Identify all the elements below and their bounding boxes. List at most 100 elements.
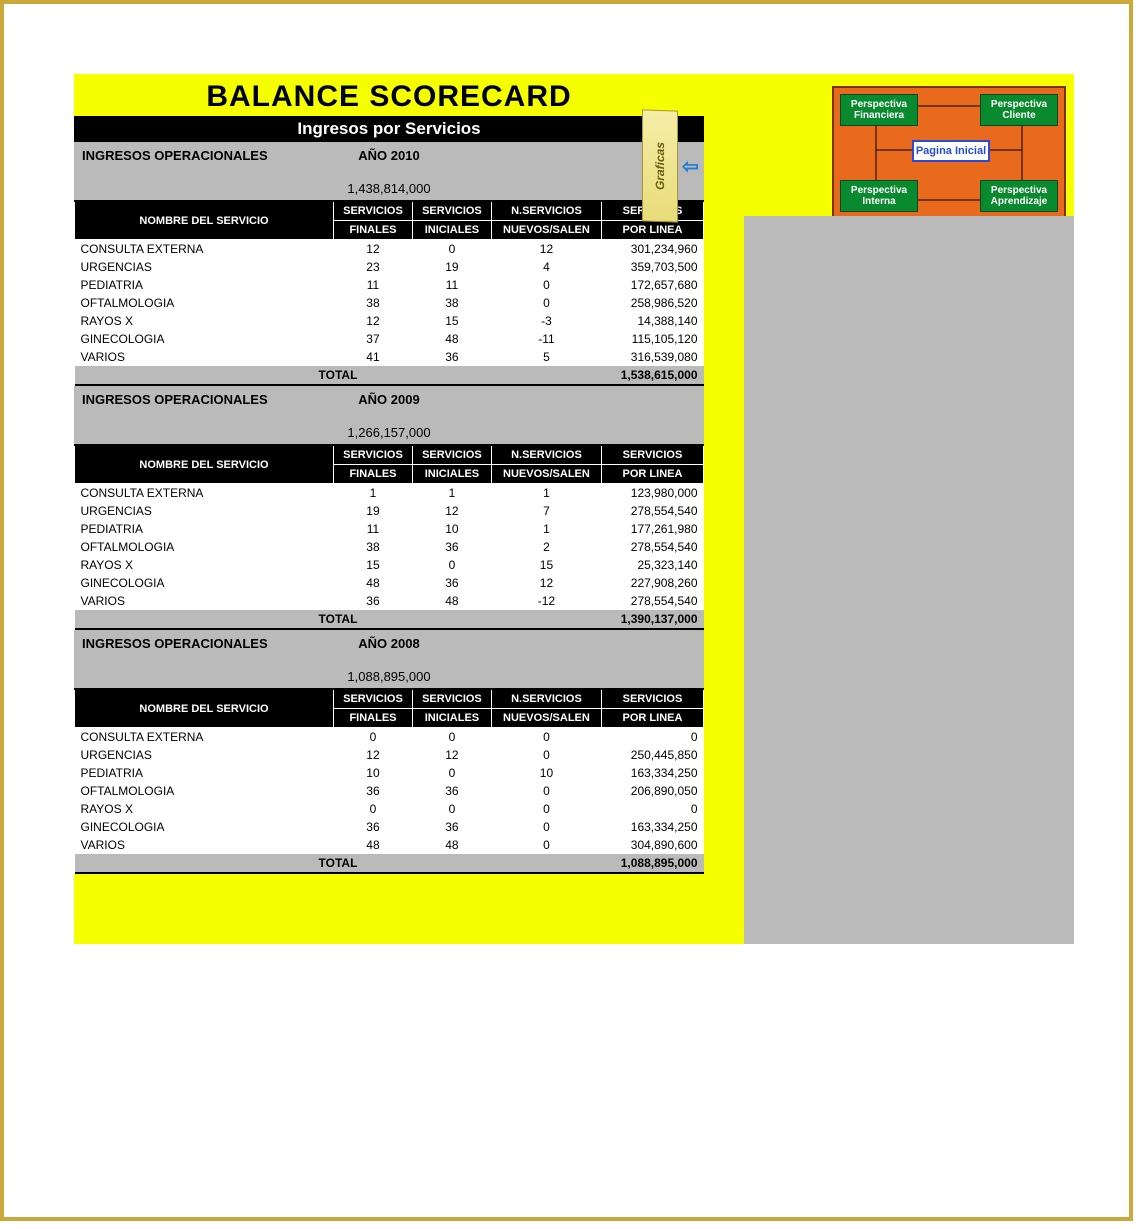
cell-name: VARIOS (75, 348, 334, 366)
cell-nuevos: 1 (491, 484, 601, 503)
cell-nuevos: 12 (491, 574, 601, 592)
table-row: PEDIATRIA11101177,261,980 (75, 520, 704, 538)
cell-linea: 258,986,520 (601, 294, 703, 312)
cell-name: OFTALMOLOGIA (75, 538, 334, 556)
cell-iniciales: 36 (412, 538, 491, 556)
table-row: CONSULTA EXTERNA0000 (75, 728, 704, 747)
side-grey-background (744, 216, 1074, 944)
nav-interna-button[interactable]: Perspectiva Interna (840, 180, 918, 212)
col-finales-sub: FINALES (334, 465, 413, 484)
cell-linea: 278,554,540 (601, 538, 703, 556)
cell-nuevos: 4 (491, 258, 601, 276)
cell-finales: 11 (334, 520, 413, 538)
graficas-button[interactable]: Graficas (642, 109, 678, 222)
cell-nuevos: 0 (491, 800, 601, 818)
total-label: TOTAL (75, 610, 602, 629)
cell-linea: 206,890,050 (601, 782, 703, 800)
table-row: OFTALMOLOGIA38380258,986,520 (75, 294, 704, 312)
nav-financiera-button[interactable]: Perspectiva Financiera (840, 94, 918, 126)
cell-nuevos: 15 (491, 556, 601, 574)
table-row: PEDIATRIA11110172,657,680 (75, 276, 704, 294)
section-year: AÑO 2008 (74, 636, 704, 651)
table-row: URGENCIAS12120250,445,850 (75, 746, 704, 764)
cell-linea: 301,234,960 (601, 240, 703, 259)
section-year: AÑO 2009 (74, 392, 704, 407)
total-value: 1,390,137,000 (601, 610, 703, 629)
col-nuevos-sub: NUEVOS/SALEN (491, 709, 601, 728)
cell-finales: 38 (334, 538, 413, 556)
table-row: RAYOS X0000 (75, 800, 704, 818)
section-header: INGRESOS OPERACIONALESAÑO 20101,438,814,… (74, 142, 704, 200)
cell-name: VARIOS (75, 592, 334, 610)
cell-finales: 12 (334, 240, 413, 259)
cell-name: PEDIATRIA (75, 764, 334, 782)
table-row: CONSULTA EXTERNA111123,980,000 (75, 484, 704, 503)
cell-finales: 10 (334, 764, 413, 782)
cell-name: GINECOLOGIA (75, 818, 334, 836)
table-row: PEDIATRIA10010163,334,250 (75, 764, 704, 782)
cell-iniciales: 36 (412, 348, 491, 366)
services-table: NOMBRE DEL SERVICIOSERVICIOSSERVICIOSN.S… (74, 200, 704, 386)
cell-name: CONSULTA EXTERNA (75, 728, 334, 747)
cell-nuevos: 10 (491, 764, 601, 782)
cell-finales: 0 (334, 800, 413, 818)
arrow-left-icon: ⇦ (682, 154, 699, 179)
side-column: Graficas ⇦ Perspectiva Financiera Perspe… (704, 74, 1074, 944)
col-iniciales: SERVICIOS (412, 201, 491, 221)
section-header: INGRESOS OPERACIONALESAÑO 20091,266,157,… (74, 386, 704, 444)
col-linea: SERVICIOS (601, 689, 703, 709)
total-row: TOTAL1,088,895,000 (75, 854, 704, 873)
cell-linea: 250,445,850 (601, 746, 703, 764)
col-linea: SERVICIOS (601, 445, 703, 465)
cell-name: PEDIATRIA (75, 276, 334, 294)
cell-linea: 163,334,250 (601, 764, 703, 782)
document-frame: BALANCE SCORECARD Ingresos por Servicios… (0, 0, 1133, 1221)
cell-nuevos: 12 (491, 240, 601, 259)
cell-iniciales: 36 (412, 782, 491, 800)
total-label: TOTAL (75, 366, 602, 385)
cell-finales: 36 (334, 818, 413, 836)
total-value: 1,538,615,000 (601, 366, 703, 385)
cell-iniciales: 0 (412, 800, 491, 818)
cell-finales: 48 (334, 836, 413, 854)
page-title: BALANCE SCORECARD (74, 74, 704, 116)
cell-finales: 12 (334, 746, 413, 764)
section-year: AÑO 2010 (74, 148, 704, 163)
col-linea-sub: POR LINEA (601, 465, 703, 484)
cell-nuevos: 0 (491, 818, 601, 836)
col-iniciales-sub: INICIALES (412, 221, 491, 240)
col-finales: SERVICIOS (334, 689, 413, 709)
col-name: NOMBRE DEL SERVICIO (75, 445, 334, 484)
cell-iniciales: 0 (412, 556, 491, 574)
nav-cliente-button[interactable]: Perspectiva Cliente (980, 94, 1058, 126)
col-nuevos-sub: NUEVOS/SALEN (491, 221, 601, 240)
services-table: NOMBRE DEL SERVICIOSERVICIOSSERVICIOSN.S… (74, 444, 704, 630)
nav-aprendizaje-button[interactable]: Perspectiva Aprendizaje (980, 180, 1058, 212)
cell-iniciales: 0 (412, 728, 491, 747)
nav-home-button[interactable]: Pagina Inicial (912, 140, 990, 162)
col-iniciales: SERVICIOS (412, 689, 491, 709)
cell-iniciales: 48 (412, 836, 491, 854)
cell-linea: 115,105,120 (601, 330, 703, 348)
cell-iniciales: 11 (412, 276, 491, 294)
section-amount: 1,438,814,000 (82, 181, 696, 196)
col-iniciales: SERVICIOS (412, 445, 491, 465)
cell-finales: 38 (334, 294, 413, 312)
cell-name: CONSULTA EXTERNA (75, 484, 334, 503)
cell-iniciales: 38 (412, 294, 491, 312)
cell-iniciales: 1 (412, 484, 491, 503)
section-header: INGRESOS OPERACIONALESAÑO 20081,088,895,… (74, 630, 704, 688)
cell-nuevos: 0 (491, 836, 601, 854)
cell-name: CONSULTA EXTERNA (75, 240, 334, 259)
cell-name: OFTALMOLOGIA (75, 782, 334, 800)
cell-linea: 278,554,540 (601, 592, 703, 610)
table-row: OFTALMOLOGIA36360206,890,050 (75, 782, 704, 800)
cell-nuevos: 0 (491, 746, 601, 764)
cell-linea: 172,657,680 (601, 276, 703, 294)
main-column: BALANCE SCORECARD Ingresos por Servicios… (74, 74, 704, 944)
cell-finales: 0 (334, 728, 413, 747)
cell-name: URGENCIAS (75, 746, 334, 764)
cell-finales: 41 (334, 348, 413, 366)
cell-finales: 11 (334, 276, 413, 294)
cell-name: PEDIATRIA (75, 520, 334, 538)
